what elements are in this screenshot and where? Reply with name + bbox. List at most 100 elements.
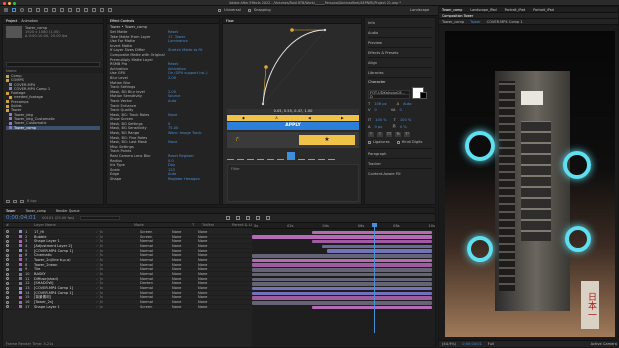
layer-switches[interactable]: ⟋ ƒx bbox=[96, 230, 140, 234]
visibility-eye-icon[interactable] bbox=[6, 277, 9, 281]
visibility-eye-icon[interactable] bbox=[6, 281, 9, 285]
label-color-swatch[interactable] bbox=[19, 305, 22, 309]
time-ruler[interactable]: 0s 02s 04s 06s 08s 10s bbox=[252, 223, 435, 229]
comp-current-time[interactable]: 0;00;04;01 bbox=[462, 342, 482, 346]
camera-tool-icon[interactable] bbox=[44, 8, 48, 12]
visibility-eye-icon[interactable] bbox=[6, 305, 9, 309]
layer-duration-bar[interactable] bbox=[252, 291, 432, 296]
visibility-eye-icon[interactable] bbox=[6, 295, 9, 299]
layer-duration-bar[interactable] bbox=[252, 286, 432, 291]
label-color-swatch[interactable] bbox=[19, 281, 22, 285]
visibility-eye-icon[interactable] bbox=[6, 286, 9, 290]
comp-tab-3[interactable]: Portrait_iPad bbox=[505, 8, 526, 12]
align-panel-header[interactable]: Align bbox=[368, 58, 432, 68]
parent-select[interactable]: None bbox=[198, 267, 207, 271]
effect-property-row[interactable]: Shape Register Hexagon bbox=[110, 177, 216, 182]
playhead[interactable] bbox=[374, 223, 375, 333]
layer-name[interactable]: BASKY bbox=[34, 272, 96, 276]
blend-mode-select[interactable]: Normal bbox=[140, 295, 172, 299]
info-panel-header[interactable]: Info bbox=[368, 18, 432, 28]
trkmat-select[interactable]: None bbox=[172, 281, 198, 285]
layer-switches[interactable]: ⟋ ƒx bbox=[96, 249, 140, 253]
parent-select[interactable]: None bbox=[198, 253, 207, 257]
clone-tool-icon[interactable] bbox=[92, 8, 96, 12]
preview-panel-header[interactable]: Preview bbox=[368, 38, 432, 48]
label-color-swatch[interactable] bbox=[19, 277, 22, 281]
preset-ease-5[interactable] bbox=[267, 152, 274, 160]
label-color-swatch[interactable] bbox=[19, 230, 22, 234]
trkmat-select[interactable]: None bbox=[172, 239, 198, 243]
label-color-swatch[interactable] bbox=[19, 263, 22, 267]
blend-mode-select[interactable]: Normal bbox=[140, 263, 172, 267]
kerning-value[interactable]: 0 bbox=[374, 108, 376, 112]
trkmat-select[interactable]: None bbox=[172, 305, 198, 309]
frame-blending-icon[interactable] bbox=[246, 216, 251, 220]
layer-name[interactable]: Bubble bbox=[34, 235, 96, 239]
trkmat-select[interactable]: None bbox=[172, 286, 198, 290]
layer-duration-bar[interactable] bbox=[252, 268, 432, 272]
ligatures-checkbox[interactable] bbox=[368, 140, 371, 144]
trkmat-select[interactable]: None bbox=[172, 263, 198, 267]
blend-mode-select[interactable]: Screen bbox=[140, 305, 172, 309]
blend-mode-select[interactable]: Normal bbox=[140, 253, 172, 257]
layer-name[interactable]: Diffuse(shad) bbox=[34, 277, 96, 281]
trkmat-select[interactable]: None bbox=[172, 272, 198, 276]
blend-mode-select[interactable]: Normal bbox=[140, 286, 172, 290]
parent-select[interactable]: None bbox=[198, 244, 207, 248]
blend-mode-select[interactable]: Normal bbox=[140, 244, 172, 248]
label-color-swatch[interactable] bbox=[19, 291, 22, 295]
blend-mode-select[interactable]: Normal bbox=[140, 277, 172, 281]
layer-switches[interactable]: ⟋ ƒx bbox=[96, 291, 140, 295]
effects-presets-panel-header[interactable]: Effects & Presets bbox=[368, 48, 432, 58]
layer-switches[interactable]: ⟋ ƒx bbox=[96, 235, 140, 239]
playhead-handle[interactable] bbox=[372, 223, 377, 227]
label-color-swatch[interactable] bbox=[19, 300, 22, 304]
trkmat-select[interactable]: None bbox=[172, 277, 198, 281]
visibility-eye-icon[interactable] bbox=[6, 300, 9, 304]
parent-select[interactable]: None bbox=[198, 272, 207, 276]
faux-bold-button[interactable]: T bbox=[368, 132, 374, 137]
layer-name[interactable]: [Tower_2s] bbox=[34, 300, 96, 304]
motion-blur-icon[interactable] bbox=[256, 216, 261, 220]
layer-switches[interactable]: ⟋ ƒx bbox=[96, 295, 140, 299]
preset-left-icon[interactable]: ◆ bbox=[242, 116, 245, 120]
trkmat-select[interactable]: None bbox=[172, 230, 198, 234]
tracking-value[interactable]: 0 bbox=[399, 108, 401, 112]
parent-select[interactable]: None bbox=[198, 291, 207, 295]
project-search-input[interactable] bbox=[6, 62, 100, 67]
active-camera-select[interactable]: Active Camera bbox=[591, 342, 617, 346]
font-family-select[interactable]: FOT-UDKakugoC8... bbox=[368, 90, 410, 95]
comp-tab-2[interactable]: Landscape_iPad bbox=[470, 8, 496, 12]
flow-tab[interactable]: Flow bbox=[226, 19, 234, 23]
breadcrumb-item[interactable]: Tower_comp bbox=[442, 20, 464, 24]
effect-controls-tab[interactable]: Effect Controls bbox=[110, 19, 134, 23]
audio-panel-header[interactable]: Audio bbox=[368, 28, 432, 38]
small-caps-button[interactable]: Tt bbox=[395, 132, 401, 137]
layer-name[interactable]: Cinematic bbox=[34, 253, 96, 257]
zoom-tool-icon[interactable] bbox=[28, 8, 32, 12]
new-composition-icon[interactable] bbox=[20, 199, 24, 203]
preset-ease-7[interactable] bbox=[298, 152, 305, 160]
layer-switches[interactable]: ⟋ ƒx bbox=[96, 258, 140, 262]
layer-duration-bar[interactable] bbox=[252, 235, 432, 239]
bezier-curve-editor[interactable] bbox=[259, 26, 329, 108]
paragraph-panel-header[interactable]: Paragraph bbox=[368, 148, 432, 158]
layer-duration-bar[interactable] bbox=[252, 301, 432, 305]
layer-switches[interactable]: ⟋ ƒx bbox=[96, 272, 140, 276]
parent-select[interactable]: None bbox=[198, 258, 207, 262]
parent-select[interactable]: None bbox=[198, 281, 207, 285]
trkmat-select[interactable]: None bbox=[172, 267, 198, 271]
label-color-swatch[interactable] bbox=[19, 286, 22, 290]
label-color-swatch[interactable] bbox=[19, 267, 22, 271]
pen-tool-icon[interactable] bbox=[68, 8, 72, 12]
preset-ease-8[interactable] bbox=[308, 152, 315, 160]
effect-property-value[interactable]: Register Hexagon bbox=[168, 177, 208, 182]
layer-name[interactable]: Shape Layer 1 bbox=[34, 239, 96, 243]
layer-switches[interactable]: ⟋ ƒx bbox=[96, 244, 140, 248]
visibility-eye-icon[interactable] bbox=[6, 249, 9, 253]
preset-ease-10[interactable] bbox=[328, 152, 335, 160]
layer-duration-bar[interactable] bbox=[252, 277, 432, 281]
table-row[interactable]: 17 Shape Layer 1 ⟋ ƒx Screen None None bbox=[3, 305, 251, 310]
label-color-swatch[interactable] bbox=[19, 295, 22, 299]
zoom-level[interactable]: (44.9%) bbox=[442, 342, 456, 346]
